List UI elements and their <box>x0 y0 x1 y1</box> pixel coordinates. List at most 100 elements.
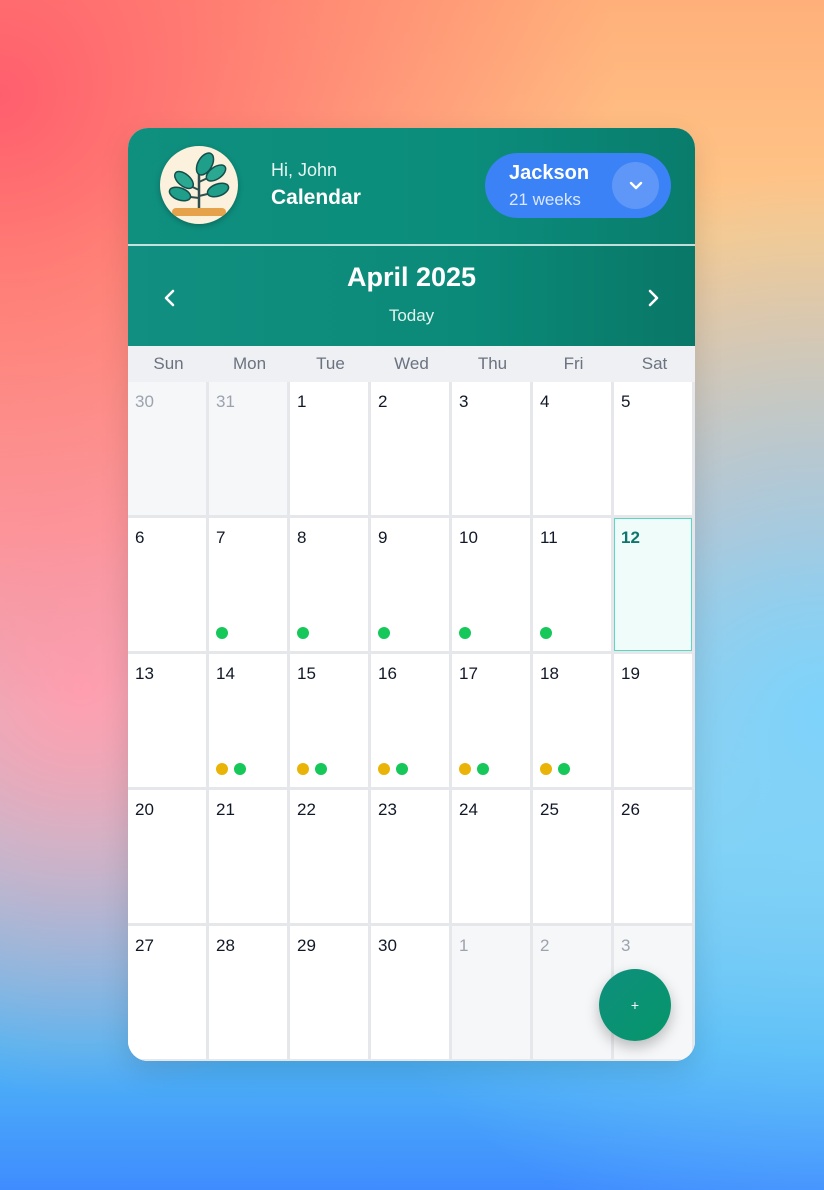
day-number: 3 <box>459 392 469 411</box>
day-cell[interactable]: 24 <box>452 790 533 926</box>
chevron-down-icon <box>629 181 642 189</box>
event-dot-green <box>315 763 327 775</box>
day-cell[interactable]: 1 <box>452 926 533 1061</box>
day-number: 17 <box>459 664 478 683</box>
day-cell[interactable]: 21 <box>209 790 290 926</box>
calendar-grid: 30 31 1 2 3 4 5 6 7 8 9 10 11 12 13 14 15 16 17 18 19 20 21 22 2… <box>128 382 695 1061</box>
day-cell[interactable]: 25 <box>533 790 614 926</box>
day-number: 19 <box>621 664 640 683</box>
profile-dropdown-button[interactable] <box>612 162 659 209</box>
day-number: 8 <box>297 528 307 547</box>
day-cell[interactable]: 26 <box>614 790 695 926</box>
day-number: 2 <box>378 392 388 411</box>
day-number: 22 <box>297 800 316 819</box>
weekday-label: Fri <box>563 354 584 373</box>
day-cell-today[interactable]: 12 <box>614 518 695 654</box>
day-cell[interactable]: 29 <box>290 926 371 1061</box>
day-number: 20 <box>135 800 154 819</box>
day-cell[interactable]: 10 <box>452 518 533 654</box>
plant-icon <box>168 152 230 216</box>
event-indicators <box>378 763 408 775</box>
day-cell[interactable]: 28 <box>209 926 290 1061</box>
avatar[interactable] <box>160 146 238 224</box>
day-cell[interactable]: 19 <box>614 654 695 790</box>
profile-switcher[interactable]: Jackson 21 weeks <box>485 153 671 218</box>
day-cell[interactable]: 20 <box>128 790 209 926</box>
day-cell[interactable]: 30 <box>371 926 452 1061</box>
day-cell[interactable]: 16 <box>371 654 452 790</box>
day-number: 25 <box>540 800 559 819</box>
day-number: 24 <box>459 800 478 819</box>
day-cell[interactable]: 1 <box>290 382 371 518</box>
profile-subtitle: 21 weeks <box>509 190 581 209</box>
day-cell[interactable]: 6 <box>128 518 209 654</box>
day-number: 6 <box>135 528 145 547</box>
event-indicators <box>378 627 390 639</box>
day-number: 4 <box>540 392 550 411</box>
day-cell[interactable]: 14 <box>209 654 290 790</box>
next-month-button[interactable] <box>636 281 670 315</box>
weekday-label: Thu <box>477 354 508 373</box>
weekday-label: Tue <box>316 354 345 373</box>
event-dot-amber <box>459 763 471 775</box>
day-cell[interactable]: 2 <box>371 382 452 518</box>
day-number: 18 <box>540 664 559 683</box>
day-cell[interactable]: 30 <box>128 382 209 518</box>
day-cell[interactable]: 8 <box>290 518 371 654</box>
day-number: 7 <box>216 528 226 547</box>
weekday-label: Sat <box>641 354 668 373</box>
day-cell[interactable]: 9 <box>371 518 452 654</box>
day-cell[interactable]: 7 <box>209 518 290 654</box>
event-dot-green <box>459 627 471 639</box>
day-number: 14 <box>216 664 235 683</box>
add-event-button[interactable]: + <box>599 969 671 1041</box>
day-cell[interactable]: 4 <box>533 382 614 518</box>
today-button[interactable]: Today <box>128 306 695 326</box>
event-dot-amber <box>378 763 390 775</box>
day-number: 10 <box>459 528 478 547</box>
event-dot-amber <box>540 763 552 775</box>
weekday-label: Mon <box>232 354 267 373</box>
event-dot-green <box>216 627 228 639</box>
weekday-header: Sun Mon Tue Wed Thu Fri Sat <box>128 346 695 382</box>
day-cell[interactable]: 27 <box>128 926 209 1061</box>
event-indicators <box>540 627 552 639</box>
event-dot-amber <box>297 763 309 775</box>
day-cell[interactable]: 17 <box>452 654 533 790</box>
day-number: 30 <box>135 392 154 411</box>
event-indicators <box>297 627 309 639</box>
day-number: 31 <box>216 392 235 411</box>
day-cell[interactable]: 15 <box>290 654 371 790</box>
day-cell[interactable]: 31 <box>209 382 290 518</box>
weekday-label: Wed <box>394 354 429 373</box>
day-number: 28 <box>216 936 235 955</box>
event-indicators <box>216 763 246 775</box>
day-number: 2 <box>540 936 550 955</box>
greeting-text: Hi, John <box>271 160 338 180</box>
app-header: Hi, John Calendar Jackson 21 weeks <box>128 128 695 246</box>
day-cell[interactable]: 13 <box>128 654 209 790</box>
day-number: 13 <box>135 664 154 683</box>
calendar-card: Hi, John Calendar Jackson 21 weeks April… <box>128 128 695 1061</box>
day-number: 30 <box>378 936 397 955</box>
event-dot-green <box>396 763 408 775</box>
day-cell[interactable]: 23 <box>371 790 452 926</box>
event-indicators <box>216 627 228 639</box>
day-cell[interactable]: 11 <box>533 518 614 654</box>
month-navigation: April 2025 Today <box>128 246 695 346</box>
weekday-label: Sun <box>153 354 184 373</box>
event-indicators <box>459 627 471 639</box>
profile-name: Jackson <box>509 162 590 184</box>
event-indicators <box>540 763 570 775</box>
day-number: 1 <box>459 936 469 955</box>
day-cell[interactable]: 18 <box>533 654 614 790</box>
event-dot-green <box>297 627 309 639</box>
month-label: April 2025 <box>346 262 477 292</box>
chevron-right-icon <box>648 289 659 307</box>
day-cell[interactable]: 3 <box>452 382 533 518</box>
day-number: 11 <box>540 528 558 547</box>
day-cell[interactable]: 22 <box>290 790 371 926</box>
day-cell[interactable]: 5 <box>614 382 695 518</box>
event-dot-green <box>234 763 246 775</box>
day-number: 9 <box>378 528 388 547</box>
